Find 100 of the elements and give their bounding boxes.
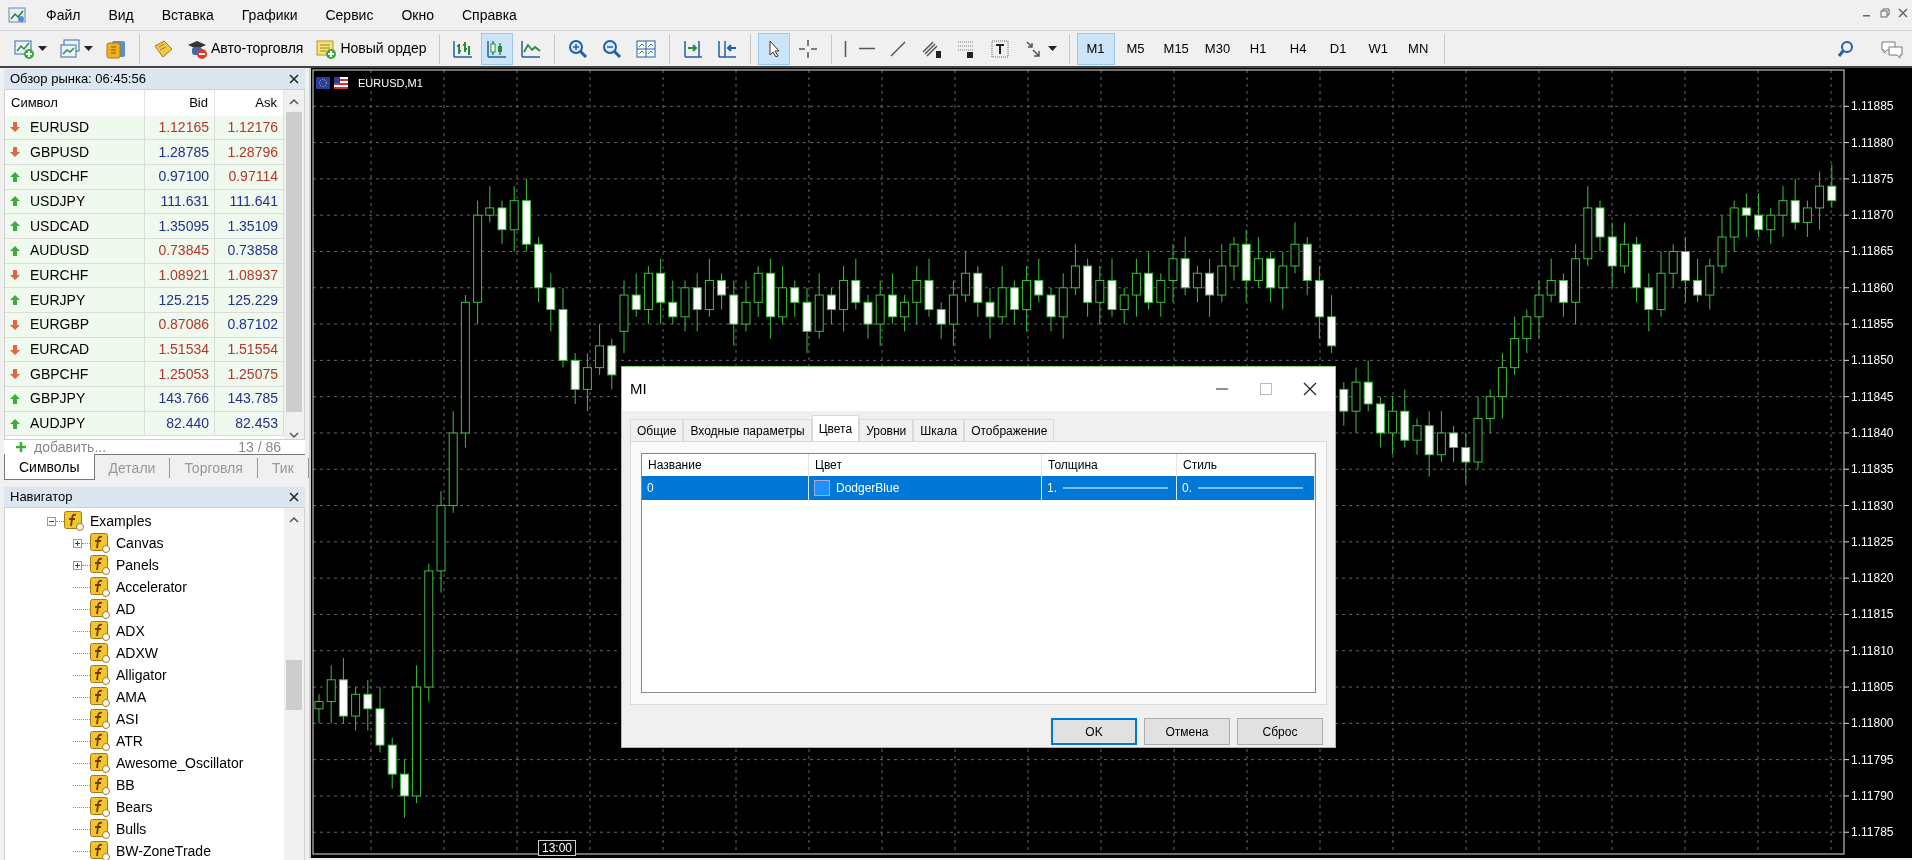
bid-price: 1.12165 [145,115,215,140]
bid-price: 82.440 [145,411,215,436]
bid-price: 1.08921 [145,263,215,288]
table-cell-text: 0. [1182,480,1192,497]
dialog-button[interactable]: Сброс [1237,718,1323,745]
tree-item[interactable]: Panels [116,554,159,576]
tree-item[interactable]: Canvas [116,532,164,554]
symbol-name: EURCHF [30,265,89,285]
timeframe-button[interactable]: M15 [1156,32,1196,65]
tree-item[interactable]: ATR [116,730,143,752]
tree-item[interactable]: BW-ZoneTrade [116,840,211,860]
timeframe-button[interactable]: M30 [1197,32,1238,65]
table-cell-text: 0 [647,480,654,497]
price-label: 1.11810 [1851,643,1894,658]
symbol-count: 13 / 86 [238,437,281,457]
symbol-name: USDCAD [30,216,90,236]
tree-item[interactable]: BB [116,774,135,796]
menu-item[interactable]: Справка [447,4,531,26]
dialog-tab[interactable]: Цвета [811,415,860,441]
price-label: 1.11800 [1851,716,1894,731]
symbol-name: EURUSD [30,117,90,137]
table-cell-text: DodgerBlue [836,480,900,497]
dialog-tab[interactable]: Входные параметры [683,419,812,441]
tree-item[interactable]: Bulls [116,818,147,840]
tree-item[interactable]: AD [116,598,136,620]
timeframe-button[interactable]: H1 [1239,32,1278,65]
timeframe-button[interactable]: D1 [1319,32,1358,65]
menu-item[interactable]: Вид [94,4,148,26]
bid-price: 1.51534 [145,337,215,362]
timeframe-button[interactable]: M5 [1116,32,1155,65]
menu-item[interactable]: Графики [227,4,312,26]
symbol-name: USDCHF [30,167,89,187]
tree-item[interactable]: AMA [116,686,147,708]
bid-price: 1.28785 [145,140,215,164]
menu-item[interactable]: Сервис [311,4,388,26]
price-label: 1.11870 [1851,208,1894,223]
symbol-name: AUDUSD [30,241,90,261]
price-label: 1.11815 [1851,607,1894,622]
bid-price: 0.73845 [145,238,215,263]
price-label: 1.11850 [1851,353,1894,368]
table-row[interactable]: 0 DodgerBlue 1. 0. [642,476,1315,500]
price-label: 1.11845 [1851,389,1894,404]
order-sheet-button[interactable]: Новый ордер [310,32,432,65]
dialog-tab[interactable]: Общие [630,419,684,441]
cap-stop-button[interactable]: Авто-торговля [181,32,309,65]
timeframe-button[interactable]: M1 [1076,32,1115,65]
column-header[interactable]: Символ [5,89,145,116]
column-header[interactable]: Bid [145,89,215,116]
dialog-tab[interactable]: Отображение [964,419,1055,441]
timeframe-button[interactable]: W1 [1359,32,1398,65]
price-label: 1.11835 [1851,462,1894,477]
symbol-name: GBPCHF [30,364,89,384]
price-label: 1.11820 [1851,571,1894,586]
tree-item[interactable]: ADX [116,620,145,642]
symbol-name: EURJPY [30,290,86,310]
symbol-name: GBPJPY [30,389,86,409]
dialog-tab[interactable]: Уровни [859,419,914,441]
menu-item[interactable]: Окно [387,4,448,26]
menu-item[interactable]: Вставка [147,4,228,26]
bid-price: 0.87086 [145,313,215,337]
price-label: 1.11885 [1851,99,1894,114]
panel-title: Обзор рынка: 06:45:56 [10,70,146,88]
price-label: 1.11865 [1851,244,1894,259]
price-label: 1.11830 [1851,498,1894,513]
tree-item[interactable]: Awesome_Oscillator [116,752,244,774]
bid-price: 125.215 [145,288,215,312]
tree-item[interactable]: ASI [116,708,139,730]
timeframe-button[interactable]: MN [1399,32,1438,65]
symbol-name: GBPUSD [30,142,90,162]
bid-price: 1.25053 [145,362,215,387]
table-cell-text: 1. [1047,480,1057,497]
menu-item[interactable]: Файл [32,4,95,26]
panel-tab[interactable]: Символы [4,454,95,480]
panel-title: Навигатор [10,488,73,507]
tree-item[interactable]: Alligator [116,664,167,686]
price-label: 1.11795 [1851,752,1894,767]
symbol-name: EURCAD [30,340,90,360]
price-label: 1.11855 [1851,317,1894,332]
time-label: 13:00 [538,840,577,856]
bid-price: 1.35095 [145,214,215,238]
tree-item[interactable]: Examples [90,510,152,532]
tree-item[interactable]: ADXW [116,642,158,664]
symbol-name: AUDJPY [30,414,86,434]
symbol-name: EURGBP [30,315,90,335]
price-label: 1.11875 [1851,171,1894,186]
price-label: 1.11805 [1851,680,1894,695]
dialog-tab[interactable]: Шкала [913,419,965,441]
timeframe-button[interactable]: H4 [1279,32,1318,65]
dialog-button[interactable]: OK [1051,718,1137,745]
price-label: 1.11825 [1851,534,1894,549]
price-label: 1.11860 [1851,280,1894,295]
tree-item[interactable]: Bears [116,796,153,818]
price-label: 1.11785 [1851,825,1894,840]
chart-symbol-label: EURUSD,M1 [358,76,423,91]
dialog-button[interactable]: Отмена [1144,718,1230,745]
bid-price: 111.631 [145,189,215,214]
symbol-name: USDJPY [30,191,86,211]
bid-price: 143.766 [145,387,215,411]
tree-item[interactable]: Accelerator [116,576,187,598]
price-label: 1.11790 [1851,788,1894,803]
